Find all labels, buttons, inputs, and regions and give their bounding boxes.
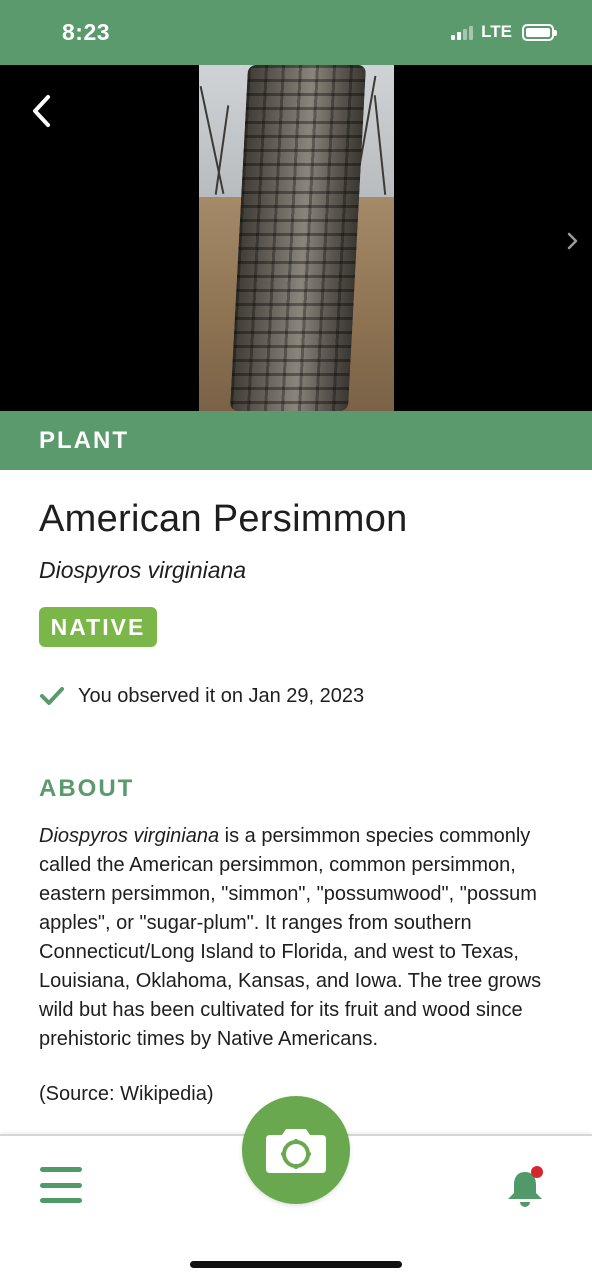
camera-button[interactable] bbox=[242, 1096, 350, 1204]
observation-status: You observed it on Jan 29, 2023 bbox=[39, 683, 364, 709]
battery-icon bbox=[522, 23, 557, 41]
scientific-name: Diospyros virginiana bbox=[39, 557, 247, 583]
about-body-text: is a persimmon species commonly called t… bbox=[39, 825, 542, 1050]
category-label: PLANT bbox=[39, 427, 129, 454]
back-button[interactable] bbox=[22, 91, 62, 131]
notifications-button[interactable] bbox=[503, 1166, 549, 1212]
next-photo-button[interactable] bbox=[560, 225, 584, 257]
observation-text: You observed it on Jan 29, 2023 bbox=[78, 684, 365, 707]
status-time: 8:23 bbox=[62, 19, 111, 45]
species-photo-viewer[interactable] bbox=[0, 65, 592, 411]
check-icon bbox=[39, 683, 65, 709]
status-indicators: LTE bbox=[451, 22, 557, 42]
category-band: PLANT bbox=[0, 411, 592, 470]
source-citation: (Source: Wikipedia) bbox=[39, 1083, 214, 1105]
home-indicator[interactable] bbox=[190, 1261, 402, 1268]
status-bar: 8:23 LTE bbox=[0, 0, 592, 65]
menu-button[interactable] bbox=[40, 1167, 82, 1203]
native-status-badge: NATIVE bbox=[39, 607, 157, 647]
about-heading: ABOUT bbox=[39, 775, 135, 802]
about-scientific-name: Diospyros virginiana bbox=[39, 825, 220, 847]
about-description: Diospyros virginiana is a persimmon spec… bbox=[39, 822, 559, 1054]
chevron-right-icon bbox=[567, 232, 578, 250]
hamburger-menu-icon bbox=[40, 1167, 82, 1172]
common-name: American Persimmon bbox=[39, 498, 408, 540]
signal-icon bbox=[451, 24, 474, 40]
unread-notification-dot bbox=[531, 1166, 543, 1178]
network-type: LTE bbox=[481, 22, 512, 41]
chevron-left-icon bbox=[33, 95, 50, 127]
camera-icon bbox=[266, 1129, 326, 1173]
species-photo bbox=[199, 65, 394, 411]
